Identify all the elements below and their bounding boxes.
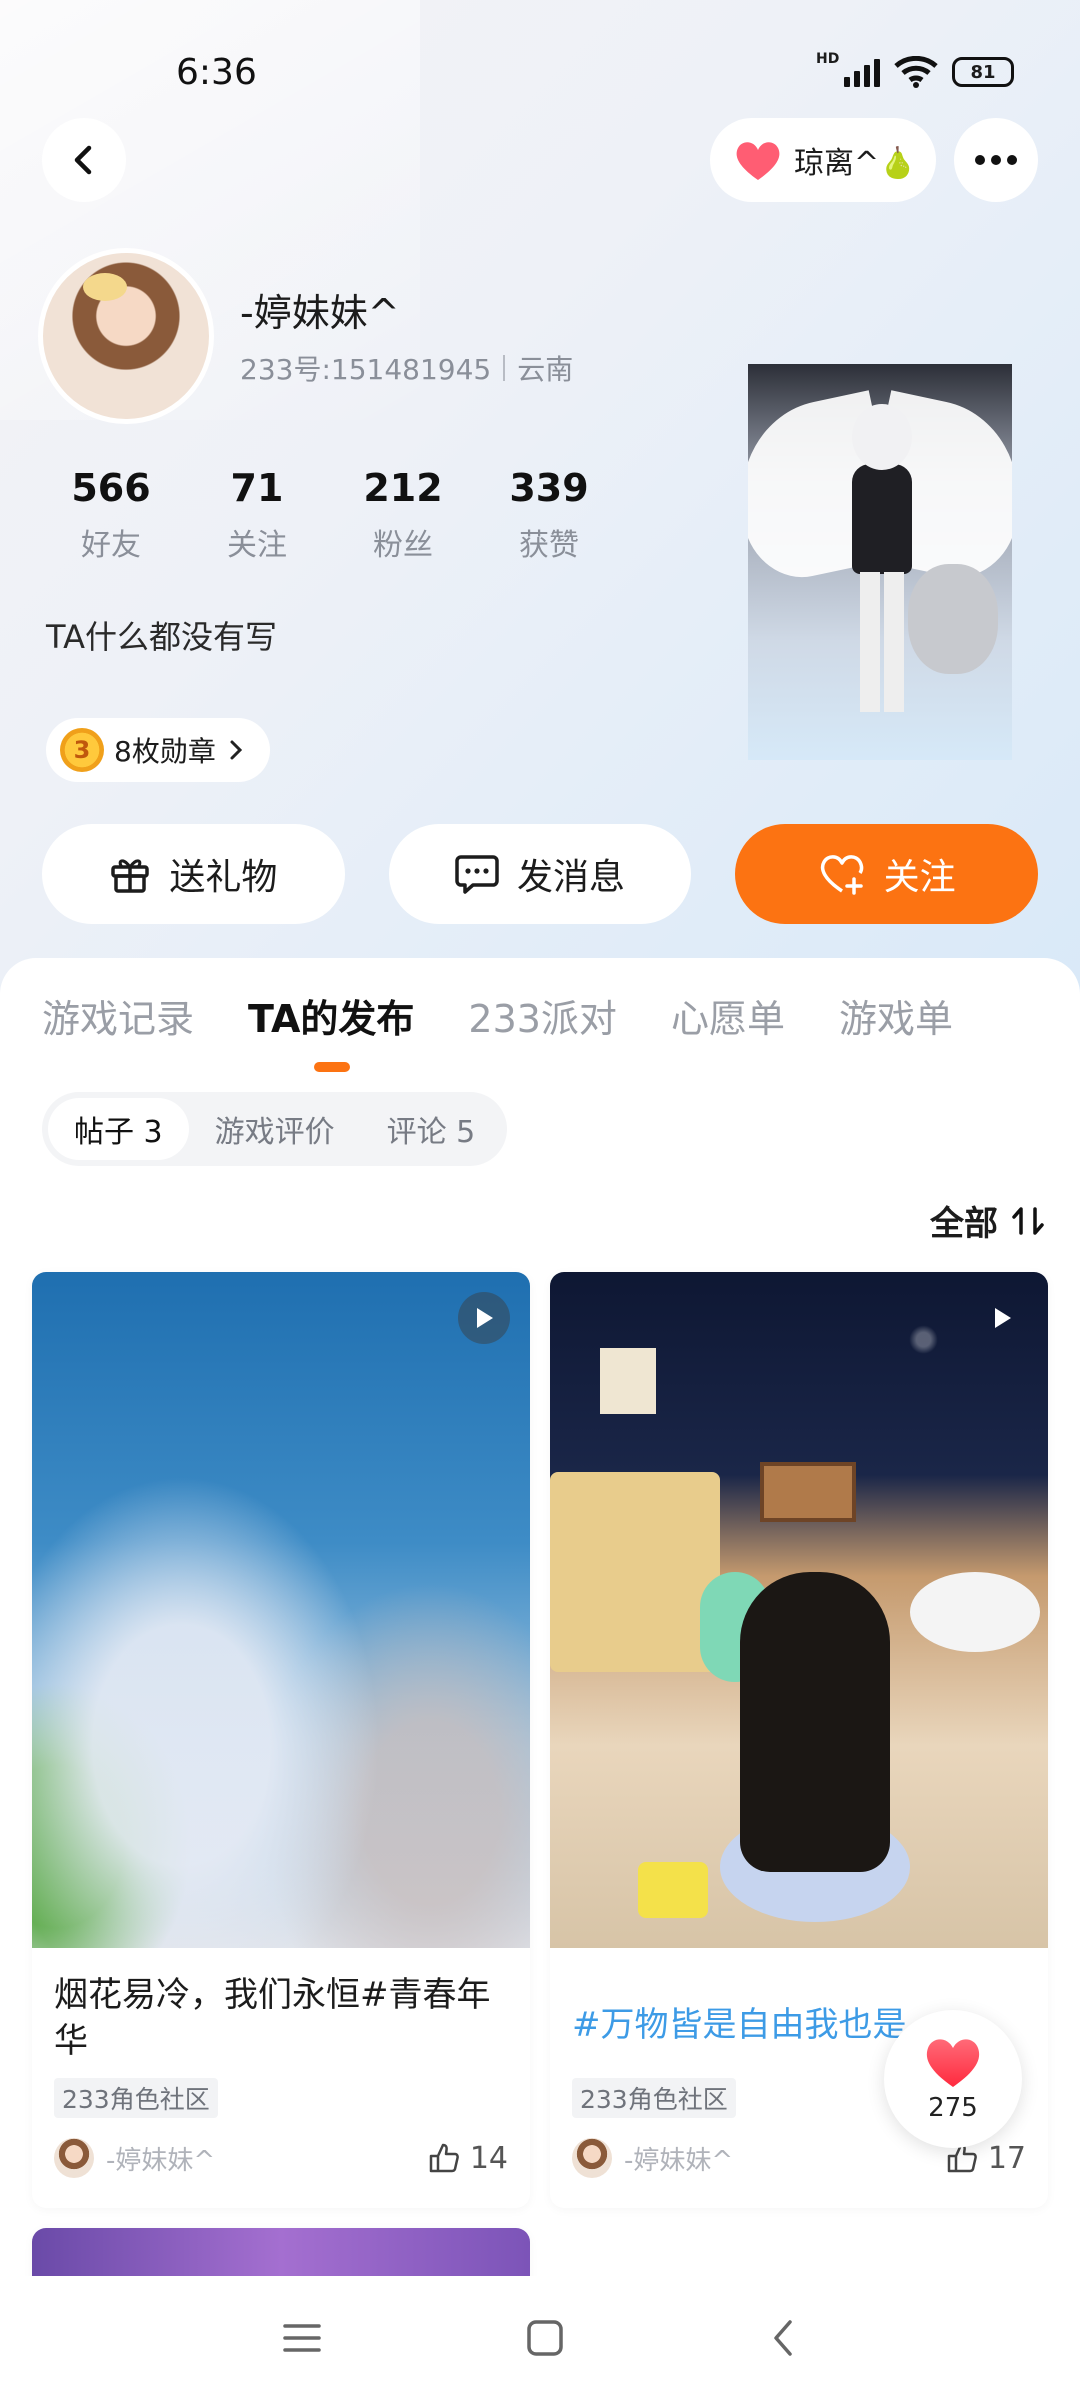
stat-label: 好友 bbox=[81, 528, 141, 563]
more-options-button[interactable] bbox=[954, 118, 1038, 202]
content-panel: 游戏记录 TA的发布 233派对 心愿单 游戏单 帖子 3 游戏评价 评论 5 … bbox=[0, 958, 1080, 2400]
message-icon bbox=[455, 855, 499, 894]
thumbs-up-icon bbox=[429, 2143, 459, 2173]
post-card[interactable]: 烟花易冷，我们永恒#青春年华 233角色社区 -婷妹妹^ 14 bbox=[32, 1272, 530, 2208]
author-name: -婷妹妹^ bbox=[106, 2145, 216, 2176]
stat-value: 339 bbox=[509, 466, 589, 510]
post-thumbnail bbox=[32, 1272, 530, 1948]
character-avatar-image[interactable] bbox=[748, 364, 1012, 760]
profile-tabs: 游戏记录 TA的发布 233派对 心愿单 游戏单 bbox=[42, 988, 953, 1043]
post-thumbnail bbox=[550, 1272, 1048, 1948]
stat-label: 获赞 bbox=[519, 528, 579, 563]
more-dot-icon bbox=[991, 155, 1001, 165]
back-button[interactable] bbox=[42, 118, 126, 202]
author-name: -婷妹妹^ bbox=[624, 2145, 734, 2176]
heart-plus-icon bbox=[820, 855, 863, 895]
stat-label: 粉丝 bbox=[373, 528, 433, 563]
tab-game-records[interactable]: 游戏记录 bbox=[42, 988, 194, 1043]
post-title: 烟花易冷，我们永恒#青春年华 bbox=[54, 1975, 491, 2061]
follow-button[interactable]: 关注 bbox=[735, 824, 1039, 924]
nickname: -婷妹妹^ bbox=[240, 291, 400, 335]
status-icons: HD 81 bbox=[816, 51, 1014, 88]
bio: TA什么都没有写 bbox=[46, 618, 277, 656]
subtab-game-reviews[interactable]: 游戏评价 bbox=[189, 1098, 361, 1160]
wifi-icon bbox=[894, 56, 938, 88]
post-footer: -婷妹妹^ 14 bbox=[54, 2138, 508, 2178]
system-navigation-bar bbox=[0, 2276, 1080, 2400]
stat-value: 71 bbox=[230, 466, 284, 510]
stat-value: 212 bbox=[363, 466, 443, 510]
stat-fans[interactable]: 212 粉丝 bbox=[330, 466, 476, 564]
send-gift-button[interactable]: 送礼物 bbox=[42, 824, 345, 924]
avatar[interactable] bbox=[38, 248, 214, 424]
tab-233-party[interactable]: 233派对 bbox=[468, 988, 617, 1043]
subtab-posts[interactable]: 帖子 3 bbox=[48, 1098, 189, 1160]
sort-label: 全部 bbox=[930, 1204, 998, 1244]
sort-icon bbox=[1012, 1206, 1044, 1235]
active-tab-indicator bbox=[314, 1062, 350, 1072]
signal-icon: HD bbox=[816, 51, 880, 87]
follow-label: 关注 bbox=[883, 857, 956, 898]
sort-button[interactable]: 全部 bbox=[930, 1196, 1046, 1245]
stat-label: 关注 bbox=[227, 528, 287, 563]
home-icon[interactable] bbox=[525, 2318, 565, 2358]
send-gift-label: 送礼物 bbox=[169, 857, 278, 898]
more-dot-icon bbox=[1007, 155, 1017, 165]
profile-actions: 送礼物 发消息 关注 bbox=[42, 824, 1039, 924]
user-id: 233号:151481945 bbox=[240, 353, 492, 386]
tab-wishlist[interactable]: 心愿单 bbox=[671, 988, 785, 1043]
play-icon bbox=[976, 1292, 1028, 1344]
gift-icon bbox=[111, 859, 150, 893]
profile-stats: 566 好友 71 关注 212 粉丝 339 获赞 bbox=[38, 466, 622, 564]
like-button[interactable]: 14 bbox=[428, 2141, 508, 2176]
battery-indicator: 81 bbox=[952, 57, 1014, 87]
medal-icon: 3 bbox=[60, 728, 104, 772]
network-type: HD bbox=[816, 51, 840, 67]
medals-button[interactable]: 3 8枚勋章 bbox=[46, 718, 270, 782]
medals-label: 8枚勋章 bbox=[114, 735, 216, 768]
companion-name: 琼离^🍐 bbox=[794, 146, 917, 181]
post-type-switcher: 帖子 3 游戏评价 评论 5 bbox=[42, 1092, 508, 1166]
more-dot-icon bbox=[975, 155, 985, 165]
divider bbox=[503, 355, 506, 381]
chevron-right-icon bbox=[230, 740, 242, 760]
location: 云南 bbox=[517, 353, 574, 386]
author-avatar bbox=[572, 2138, 612, 2178]
back-nav-icon[interactable] bbox=[768, 2318, 798, 2358]
stat-value: 566 bbox=[71, 466, 151, 510]
heart-icon bbox=[926, 2039, 980, 2087]
stat-friends[interactable]: 566 好友 bbox=[38, 466, 184, 564]
author-avatar bbox=[54, 2138, 94, 2178]
menu-icon[interactable] bbox=[282, 2321, 322, 2355]
status-bar: 6:36 HD 81 bbox=[0, 0, 1080, 140]
chevron-left-icon bbox=[74, 145, 92, 175]
like-total: 275 bbox=[928, 2093, 978, 2123]
subtab-comments[interactable]: 评论 5 bbox=[361, 1098, 502, 1160]
stat-likes[interactable]: 339 获赞 bbox=[476, 466, 622, 564]
tab-posts[interactable]: TA的发布 bbox=[248, 988, 414, 1043]
play-icon bbox=[458, 1292, 510, 1344]
floating-like-button[interactable]: 275 bbox=[884, 2010, 1022, 2148]
like-count: 14 bbox=[469, 2140, 508, 2176]
stat-following[interactable]: 71 关注 bbox=[184, 466, 330, 564]
companion-pill[interactable]: 琼离^🍐 bbox=[710, 118, 936, 202]
like-count: 17 bbox=[987, 2140, 1026, 2176]
tab-game-lists[interactable]: 游戏单 bbox=[839, 988, 953, 1043]
status-time: 6:36 bbox=[176, 52, 257, 93]
heart-icon bbox=[736, 142, 780, 180]
send-message-label: 发消息 bbox=[517, 857, 626, 898]
profile-meta: 233号:151481945 云南 bbox=[240, 348, 573, 388]
community-tag[interactable]: 233角色社区 bbox=[54, 2078, 218, 2118]
send-message-button[interactable]: 发消息 bbox=[388, 824, 692, 924]
community-tag[interactable]: 233角色社区 bbox=[572, 2078, 736, 2118]
